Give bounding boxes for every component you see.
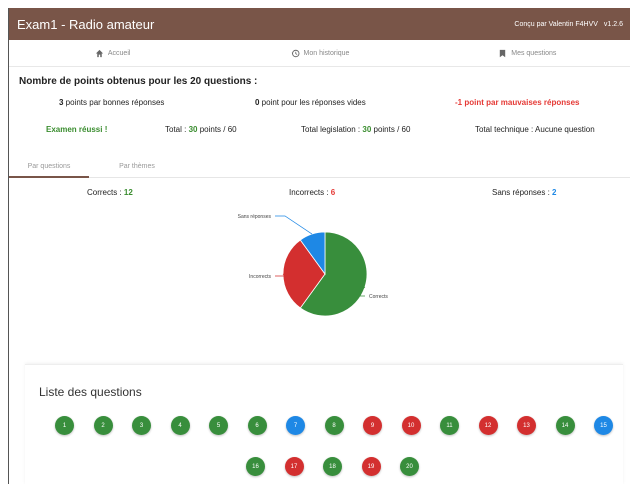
questions-list-title: Liste des questions [39,385,142,399]
app-title: Exam1 - Radio amateur [17,16,155,32]
app-credit: Conçu par Valentin F4HVV v1.2.6 [514,21,623,28]
question-button-6[interactable]: 6 [247,416,267,435]
nav-home[interactable]: Accueil [9,40,216,66]
question-button-11[interactable]: 11 [440,416,459,435]
question-button-19[interactable]: 19 [361,457,381,476]
rule-good-text: points par bonnes réponses [63,98,165,107]
count-correct-label: Corrects : [87,188,124,197]
summary-title: Nombre de points obtenus pour les 20 que… [19,76,258,87]
home-icon [95,49,103,57]
question-button-7[interactable]: 7 [286,416,305,435]
nav-questions-label: Mes questions [511,49,557,57]
app-window: Exam1 - Radio amateur Conçu par Valentin… [8,8,630,484]
pie-label: Corrects [369,294,388,300]
question-button-17[interactable]: 17 [284,457,304,476]
question-button-8[interactable]: 8 [324,416,344,435]
question-button-3[interactable]: 3 [132,416,151,435]
count-correct-value: 12 [123,188,133,197]
question-button-5[interactable]: 5 [209,416,228,435]
count-empty-value: 2 [552,188,557,197]
results-pie-chart: Corrects Incorrects Sans réponses [238,214,388,317]
total-score: Total : 30 points / 60 [165,125,237,134]
technique-score: Total technique : Aucune question [475,125,595,134]
question-button-2[interactable]: 2 [93,416,113,435]
count-incorrect-label: Incorrects : [289,188,331,197]
total-suffix: points / 60 [197,125,237,134]
rule-empty-text: point pour les réponses vides [259,98,366,107]
question-button-15[interactable]: 15 [594,416,613,435]
question-button-4[interactable]: 4 [170,416,190,435]
question-button-16[interactable]: 16 [246,457,265,476]
legis-label: Total legislation : [301,125,363,134]
version-label: v1.2.6 [603,20,623,28]
legis-value: 30 [362,125,372,134]
app-bar: Exam1 - Radio amateur Conçu par Valentin… [9,8,630,40]
count-empty-label: Sans réponses : [492,188,553,197]
question-button-13[interactable]: 13 [517,416,536,435]
credit-text: Conçu par Valentin F4HVV [514,20,598,28]
questions-card: Liste des questions 1 2 3 4 5 6 7 8 9 10 11 12 13 14 1… [25,364,623,484]
nav-history-label: Mon historique [303,49,350,57]
bookmark-icon [500,49,506,57]
question-button-9[interactable]: 9 [363,416,382,435]
question-button-20[interactable]: 20 [400,457,419,476]
history-icon [291,49,299,57]
rule-bad: -1 point par mauvaises réponses [455,98,580,107]
question-button-1[interactable]: 1 [55,416,74,435]
top-nav: Accueil Mon historique Mes questions [9,40,630,67]
total-label: Total : [165,125,189,134]
pie-label: Sans réponses [238,214,272,220]
nav-questions[interactable]: Mes questions [424,40,630,66]
rule-good: 3 points par bonnes réponses [59,98,164,107]
question-button-10[interactable]: 10 [401,416,421,435]
count-correct: Corrects : 12 [87,188,133,197]
question-button-14[interactable]: 14 [555,416,575,435]
question-button-12[interactable]: 12 [478,416,498,435]
count-incorrect: Incorrects : 6 [289,188,335,197]
pie-label: Incorrects [249,274,271,280]
tab-par-questions[interactable]: Par questions [9,156,89,178]
tab-par-themes[interactable]: Par thèmes [97,156,177,176]
pie-leader-line [275,215,313,235]
count-empty: Sans réponses : 2 [492,188,557,197]
nav-history[interactable]: Mon historique [216,40,423,66]
legis-suffix: points / 60 [371,125,411,134]
nav-home-label: Accueil [107,49,131,57]
rule-empty: 0 point pour les réponses vides [255,98,366,107]
legislation-score: Total legislation : 30 points / 60 [301,125,410,134]
exam-result: Examen réussi ! [46,125,108,134]
question-button-18[interactable]: 18 [323,457,342,476]
tab-bar: Par questions Par thèmes [9,156,630,178]
count-incorrect-value: 6 [330,188,336,197]
